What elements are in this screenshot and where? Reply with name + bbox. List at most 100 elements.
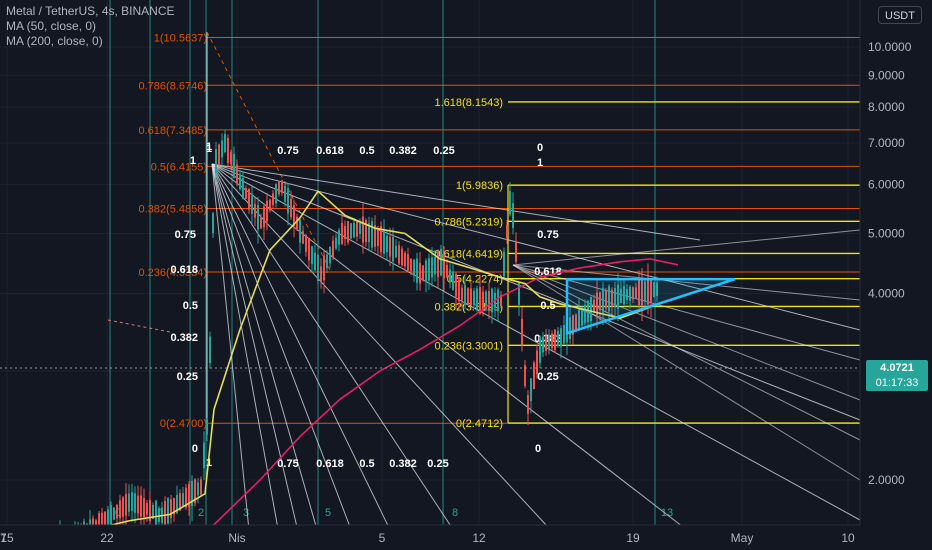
- fib2-level-label: 1(5.9836): [456, 180, 503, 192]
- price-chart[interactable]: 012358131(10.5637)0.786(8.6746)0.618(7.3…: [0, 0, 932, 550]
- time-axis-bg: [0, 525, 932, 550]
- candle-body: [263, 206, 265, 228]
- candle-body: [557, 330, 559, 347]
- candle-body: [281, 180, 283, 194]
- candle-body: [422, 265, 424, 281]
- ma200-legend[interactable]: MA (200, close, 0): [6, 34, 103, 49]
- symbol-title: Metal / TetherUS, 4s, BINANCE: [6, 4, 175, 18]
- candle-body: [362, 216, 364, 243]
- candle-body: [404, 252, 406, 267]
- candle-body: [284, 185, 286, 202]
- candle-body: [512, 203, 514, 228]
- candle-body: [254, 204, 256, 218]
- candle-body: [551, 333, 553, 349]
- candle-body: [257, 204, 259, 230]
- candle-body: [308, 237, 310, 261]
- fan-top-label: 0.25: [433, 145, 454, 157]
- fan-top-label: 0.5: [359, 145, 374, 157]
- fan-side-label: 1: [190, 155, 196, 167]
- candle-body: [383, 229, 385, 254]
- candle-body: [215, 149, 217, 174]
- fib2-level-label: 1.618(8.1543): [435, 97, 504, 109]
- chart-area[interactable]: 012358131(10.5637)0.786(8.6746)0.618(7.3…: [0, 0, 932, 550]
- fib1-level-label: 0.618(7.3485): [139, 125, 208, 137]
- candle-body: [563, 325, 565, 344]
- candle-body: [338, 230, 340, 245]
- candle-body: [200, 479, 202, 495]
- price-axis-bg: [860, 0, 932, 550]
- candle-body: [218, 144, 220, 166]
- candle-body: [407, 254, 409, 271]
- candle-body: [224, 134, 226, 153]
- price-axis-tick: 6.0000: [868, 177, 905, 191]
- candle-body: [416, 258, 418, 283]
- fan-bottom-label: 0.5: [359, 458, 374, 470]
- candle-body: [443, 254, 445, 279]
- price-axis-tick: 9.0000: [868, 68, 905, 82]
- candle-body: [236, 164, 238, 183]
- candle-body: [272, 193, 274, 206]
- fan-top-label: 0.618: [316, 145, 344, 157]
- candle-body: [452, 271, 454, 290]
- candle-body: [470, 288, 472, 306]
- candle-body: [428, 258, 430, 281]
- candle-body: [491, 288, 493, 313]
- candle-body: [203, 442, 205, 469]
- fan-side-label: 0.618: [170, 264, 198, 276]
- price-axis-tick: 8.0000: [868, 100, 905, 114]
- candle-body: [164, 501, 166, 526]
- fib1-level-label: 0(2.4700): [160, 418, 207, 430]
- candle-body: [314, 252, 316, 271]
- fan-side-label: 0.25: [177, 371, 198, 383]
- candle-body: [554, 329, 556, 351]
- candle-body: [425, 260, 427, 282]
- currency-button[interactable]: USDT: [878, 6, 922, 24]
- fan2-label: 0.75: [537, 229, 558, 241]
- candle-body: [311, 246, 313, 265]
- candle-body: [290, 198, 292, 218]
- time-axis-tick: 5: [379, 531, 386, 545]
- fan-bottom-label: 0.75: [277, 458, 298, 470]
- fib1-level-label: 1(10.5637): [154, 32, 207, 44]
- fan-bottom-label: 0.382: [389, 458, 417, 470]
- candle-body: [413, 259, 415, 276]
- fan-side-label: 0.5: [183, 300, 198, 312]
- fib1-level-label: 0.5(6.4155): [151, 161, 207, 173]
- candle-body: [539, 336, 541, 363]
- fib1-level-label: 0.786(8.6746): [139, 80, 208, 92]
- candle-body: [245, 188, 247, 199]
- candle-body: [119, 500, 121, 519]
- candle-body: [155, 500, 157, 527]
- candle-body: [347, 221, 349, 243]
- candle-body: [350, 223, 352, 239]
- candle-body: [116, 504, 118, 519]
- candle-body: [446, 264, 448, 278]
- cycle-label: 13: [661, 507, 673, 519]
- fan-side-label: 0.75: [175, 229, 196, 241]
- fan2-label: 0: [535, 443, 541, 455]
- candle-body: [560, 328, 562, 347]
- candle-body: [509, 191, 511, 215]
- candle-body: [137, 495, 139, 514]
- candle-body: [545, 335, 547, 351]
- candle-body: [542, 336, 544, 353]
- candle-body: [548, 334, 550, 350]
- candle-body: [398, 245, 400, 264]
- candle-body: [344, 226, 346, 239]
- candle-body: [158, 508, 160, 522]
- candle-body: [458, 279, 460, 302]
- fan-corner-label: 1: [206, 141, 212, 153]
- candle-body: [302, 231, 304, 244]
- candle-body: [332, 240, 334, 258]
- candle-body: [242, 178, 244, 199]
- candle-body: [359, 222, 361, 235]
- ma50-legend[interactable]: MA (50, close, 0): [6, 19, 96, 34]
- candle-body: [212, 213, 214, 233]
- candle-body: [134, 493, 136, 513]
- candle-body: [146, 503, 148, 515]
- candle-body: [482, 291, 484, 310]
- candle-body: [128, 493, 130, 512]
- candle-body: [239, 174, 241, 190]
- candle-body: [260, 217, 262, 229]
- fan-top-label: 0.382: [389, 145, 417, 157]
